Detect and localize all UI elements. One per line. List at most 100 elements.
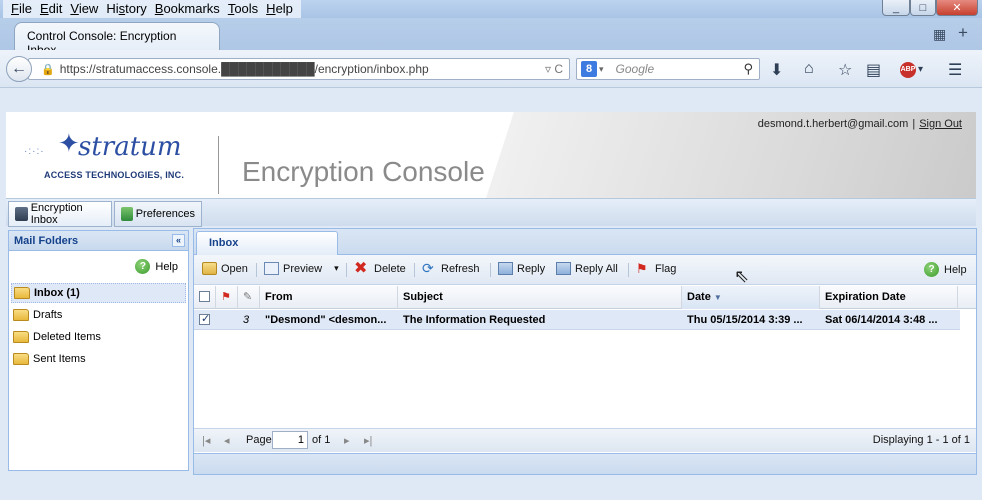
tab-grid-icon[interactable]: ▦: [933, 26, 946, 43]
inbox-footer: [194, 453, 976, 474]
new-tab-icon[interactable]: +: [958, 23, 968, 43]
folders-help-button[interactable]: ? Help: [135, 259, 178, 274]
adblock-icon[interactable]: ABP: [900, 62, 916, 78]
home-icon[interactable]: ⌂: [804, 60, 814, 78]
flag-button[interactable]: ⚑ Flag: [636, 262, 676, 275]
inbox-tab-bar: Inbox: [194, 229, 976, 255]
menu-help[interactable]: Help: [262, 0, 297, 18]
reply-button[interactable]: Reply: [498, 262, 545, 275]
minimize-button[interactable]: _: [882, 0, 910, 16]
back-button[interactable]: ←: [6, 56, 32, 82]
attachment-column-icon[interactable]: ✎: [238, 286, 260, 309]
row-subject: The Information Requested: [403, 314, 546, 326]
menu-hamburger-icon[interactable]: ☰: [948, 60, 962, 80]
mail-folders-panel: Mail Folders « ? Help Inbox (1) Drafts D…: [8, 230, 189, 471]
column-date[interactable]: Date ▼: [682, 286, 820, 309]
app-tab-bar: Encryption Inbox Preferences: [6, 198, 976, 227]
google-search-engine-icon[interactable]: 8: [581, 61, 597, 77]
select-all-column[interactable]: [194, 286, 216, 309]
page-number-input[interactable]: 1: [272, 431, 308, 449]
preview-dropdown-icon[interactable]: ▾: [334, 263, 339, 274]
search-placeholder: Google: [615, 62, 655, 76]
menu-edit[interactable]: Edit: [36, 0, 66, 18]
sign-out-link[interactable]: Sign Out: [919, 118, 962, 130]
help-icon: ?: [924, 262, 939, 277]
collapse-panel-button[interactable]: «: [172, 234, 185, 247]
user-separator: |: [912, 118, 916, 130]
toolbar-separator: [346, 263, 347, 277]
browser-tab[interactable]: Control Console: Encryption Inbox: [14, 22, 220, 57]
last-page-icon[interactable]: ▸|: [364, 434, 372, 447]
delete-label: Delete: [374, 262, 406, 275]
menu-list: File Edit View History Bookmarks Tools H…: [3, 0, 301, 18]
column-from[interactable]: From: [260, 286, 398, 309]
flag-column-icon[interactable]: ⚑: [216, 286, 238, 309]
delete-button[interactable]: ✖ Delete: [354, 261, 406, 277]
menu-view[interactable]: View: [66, 0, 102, 18]
column-date-label: Date: [687, 291, 711, 303]
tab-preferences[interactable]: Preferences: [114, 201, 202, 227]
preview-icon: [264, 262, 279, 275]
folder-label: Deleted Items: [33, 331, 101, 343]
displaying-count: Displaying 1 - 1 of 1: [872, 434, 970, 446]
reply-all-button[interactable]: Reply All: [556, 262, 618, 275]
folder-drafts[interactable]: Drafts: [11, 305, 186, 325]
table-row[interactable]: 3 "Desmond" <desmon... The Information R…: [194, 310, 960, 330]
mouse-cursor-icon: ⇖: [734, 266, 750, 286]
refresh-label: Refresh: [441, 262, 480, 275]
menu-file[interactable]: File: [7, 0, 36, 18]
tab-encryption-inbox[interactable]: Encryption Inbox: [8, 201, 112, 227]
download-icon[interactable]: ⬇: [770, 60, 783, 80]
prev-page-icon[interactable]: ◂: [224, 434, 230, 447]
tab-inbox[interactable]: Inbox: [196, 231, 338, 255]
preview-button[interactable]: Preview ▾: [264, 262, 339, 275]
reload-icon[interactable]: ▿ C: [545, 62, 563, 76]
preview-label: Preview: [283, 262, 323, 275]
folder-icon: [14, 287, 30, 299]
search-bar[interactable]: 8 ▾ Google ⚲: [576, 58, 760, 80]
page-title: Encryption Console: [242, 156, 485, 187]
folder-deleted-items[interactable]: Deleted Items: [11, 327, 186, 347]
company-logo: ·:·:· ✦ stratum ACCESS TECHNOLOGIES, INC…: [20, 126, 200, 186]
row-date: Thu 05/15/2014 3:39 ...: [687, 314, 803, 326]
toolbar-separator: [256, 263, 257, 277]
refresh-button[interactable]: ⟳ Refresh: [422, 261, 480, 275]
lock-icon: 🔒: [41, 63, 55, 76]
adblock-dropdown-icon[interactable]: ▾: [918, 64, 923, 75]
reply-icon: [498, 262, 513, 275]
menu-bookmarks[interactable]: Bookmarks: [151, 0, 224, 18]
restore-button[interactable]: □: [910, 0, 936, 16]
folder-label: Drafts: [33, 309, 63, 321]
row-checkbox[interactable]: [199, 312, 210, 325]
folder-list: Inbox (1) Drafts Deleted Items Sent Item…: [11, 283, 186, 371]
app-header: ·:·:· ✦ stratum ACCESS TECHNOLOGIES, INC…: [6, 112, 976, 198]
column-expiration[interactable]: Expiration Date: [820, 286, 958, 309]
bookmark-star-icon[interactable]: ☆: [838, 60, 852, 80]
menu-tools[interactable]: Tools: [224, 0, 262, 18]
folder-icon: [13, 331, 29, 343]
help-icon: ?: [135, 259, 151, 274]
close-window-button[interactable]: ✕: [936, 0, 978, 16]
open-button[interactable]: Open: [202, 262, 248, 275]
tab-encryption-inbox-label: Encryption Inbox: [30, 202, 83, 226]
url-bar[interactable]: 🔒 https://stratumaccess.console.████████…: [28, 58, 570, 80]
menu-history[interactable]: History: [102, 0, 150, 18]
folder-inbox[interactable]: Inbox (1): [11, 283, 186, 303]
url-text: https://stratumaccess.console.██████████…: [59, 62, 429, 76]
column-subject[interactable]: Subject: [398, 286, 682, 309]
select-all-checkbox[interactable]: [199, 291, 210, 302]
folder-icon: [13, 353, 29, 365]
browser-tab-strip: Control Console: Encryption Inbox ▦ +: [0, 18, 982, 57]
search-engine-dropdown-icon[interactable]: ▾: [599, 64, 604, 75]
search-icon[interactable]: ⚲: [743, 61, 753, 77]
back-arrow-icon: ←: [11, 60, 27, 77]
sort-descending-icon: ▼: [713, 293, 722, 302]
first-page-icon[interactable]: |◂: [202, 434, 210, 447]
inbox-help-button[interactable]: ? Help: [924, 262, 967, 277]
logo-brand: stratum: [78, 132, 182, 162]
folder-sent-items[interactable]: Sent Items: [11, 349, 186, 369]
next-page-icon[interactable]: ▸: [344, 434, 350, 447]
reading-list-icon[interactable]: ▤: [866, 60, 881, 80]
flag-icon: ⚑: [636, 261, 648, 276]
user-info: desmond.t.herbert@gmail.com | Sign Out: [758, 118, 962, 130]
